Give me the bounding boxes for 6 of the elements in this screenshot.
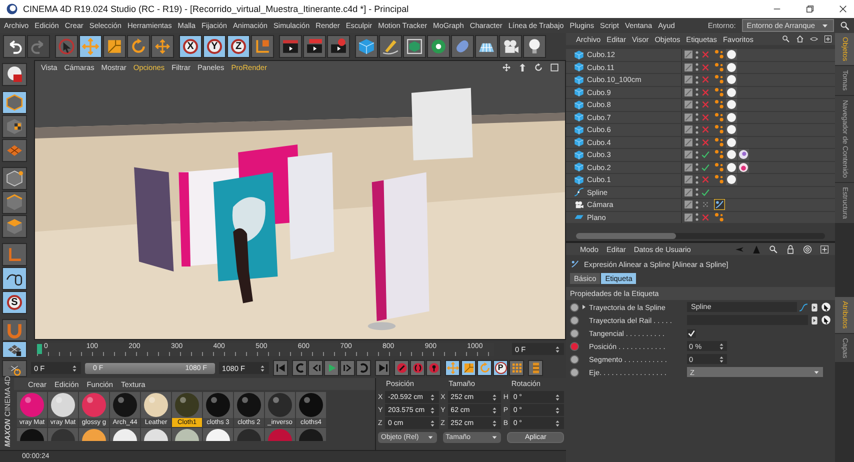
- window-title: CINEMA 4D R19.024 Studio (RC - R19) - [Recorrido_virtual_Muestra_Itinerante.c4d *] - Principal: [23, 4, 409, 14]
- axis-lock-button[interactable]: Z: [227, 35, 250, 58]
- axis-lock-button[interactable]: Y: [203, 35, 226, 58]
- axis-lock-button[interactable]: X: [179, 35, 202, 58]
- parameter-button[interactable]: P: [493, 360, 508, 376]
- snap-button[interactable]: S: [2, 291, 27, 314]
